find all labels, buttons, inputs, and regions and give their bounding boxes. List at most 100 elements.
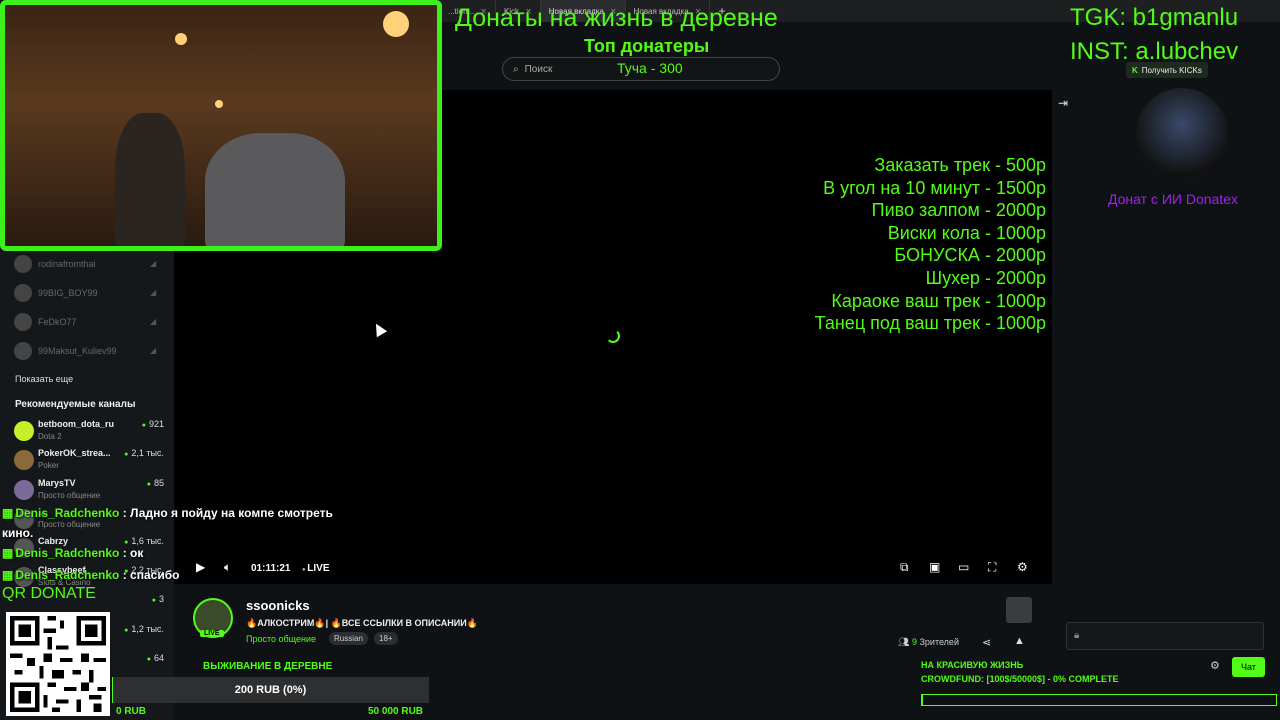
settings-gear-icon[interactable]: ⚙: [1017, 560, 1028, 574]
search-placeholder: Поиск: [524, 63, 553, 75]
show-more-link[interactable]: Показать еще: [15, 374, 73, 384]
top-donor: Туча - 300: [617, 60, 683, 76]
viewers-label: Зрителей: [919, 637, 959, 647]
channel-name: MarysTV: [38, 478, 76, 488]
viewers-count: 9: [911, 637, 917, 647]
stream-category[interactable]: Просто общение: [246, 634, 316, 644]
loading-spinner-icon: [606, 329, 620, 343]
channel-name: Cabrzy: [38, 536, 69, 546]
instagram-link: INST: a.lubchev: [1070, 38, 1239, 65]
sidebar-followed-item[interactable]: FeDkO77 ◢: [14, 313, 156, 331]
live-badge: LIVE: [200, 630, 224, 637]
sidebar-followed-item[interactable]: 99Maksut_Kuliev99 ◢: [14, 342, 156, 360]
offline-icon: ◢: [150, 288, 157, 297]
telegram-link: TGK: b1gmanlu: [1070, 4, 1239, 31]
chat-send-button[interactable]: Чат: [1232, 657, 1265, 677]
chat-badge-icon: ▦: [2, 568, 14, 582]
avatar: [14, 421, 34, 441]
pip-icon[interactable]: ⧉: [900, 560, 909, 575]
fullscreen-icon[interactable]: ⛶: [988, 560, 996, 575]
lamp-light: [175, 33, 187, 45]
person-silhouette: [205, 133, 345, 246]
channel-name: betboom_dota_ru: [38, 419, 115, 429]
channel-name: PokerOK_strea...: [38, 448, 111, 458]
chat-user: Denis_Radchenko: [15, 568, 120, 582]
lamp-light: [215, 100, 223, 108]
top-donors-title: Топ донатеры: [584, 36, 710, 56]
play-icon[interactable]: ▶: [196, 560, 205, 574]
stream-title: 🔥АЛКОСТРИМ🔥| 🔥ВСЕ ССЫЛКИ В ОПИСАНИИ🔥: [246, 618, 478, 628]
player-controls: ▶ 🔈︎ 01:11:21 LIVE ⧉ ▣ ▭ ⛶ ⚙: [174, 556, 1052, 582]
price-item: Танец под ваш трек - 1000р: [814, 313, 1046, 334]
chat-user: Denis_Radchenko: [15, 506, 120, 520]
tag-badge[interactable]: Russian: [329, 632, 368, 645]
offline-icon: ◢: [150, 259, 157, 268]
tag-badge[interactable]: 18+: [374, 632, 398, 645]
channel-category: Просто общение: [38, 520, 101, 529]
chat-text: : ок: [119, 546, 144, 560]
channel-name[interactable]: ssoonicks: [246, 598, 310, 613]
donatex-avatar: [1136, 88, 1228, 180]
channel-category: Просто общение: [38, 491, 101, 500]
recommended-title: Рекомендуемые каналы: [15, 399, 136, 410]
volume-icon[interactable]: 🔈︎: [224, 560, 231, 575]
kick-icon: K: [1132, 65, 1138, 75]
lamp-light: [383, 11, 409, 37]
price-item: Виски кола - 1000р: [887, 222, 1046, 243]
overlay-chat-message: ▦ Denis_Radchenko : ок: [2, 546, 143, 560]
chat-input[interactable]: 🔒︎: [1066, 622, 1264, 650]
crowdfund-status: CROWDFUND: [100$/50000$] - 0% COMPLETE: [921, 674, 1119, 684]
qr-donate-label: QR DONATE: [2, 585, 96, 602]
chat-settings-gear-icon[interactable]: ⚙: [1210, 659, 1220, 672]
viewer-count: 2,1 тыс.: [124, 448, 164, 458]
avatar: [14, 342, 32, 360]
overlay-chat-message: ▦ Denis_Radchenko : спасибо: [2, 568, 179, 582]
crowdfund-title: НА КРАСИВУЮ ЖИЗНЬ: [921, 660, 1024, 670]
get-kicks-label: Получить KICKs: [1141, 65, 1202, 75]
goal-label: ВЫЖИВАНИЕ В ДЕРЕВНЕ: [203, 661, 333, 672]
sidebar-followed-item[interactable]: 99BIG_BOY99 ◢: [14, 284, 156, 302]
crowdfund-progress-fill: [922, 695, 923, 705]
qr-code-image: [6, 612, 110, 716]
goal-progress-bar: 200 RUB (0%): [112, 677, 429, 703]
channel-name: 99BIG_BOY99: [38, 288, 98, 298]
overlay-chat-message: кино.: [2, 526, 33, 540]
chat-text: : Ладно я пойду на компе смотреть: [119, 506, 333, 520]
channel-category: Poker: [38, 461, 59, 470]
webcam-overlay: [0, 0, 442, 251]
overlay-title: Донаты на жизнь в деревне: [455, 4, 778, 32]
viewer-counter: 👥︎ 9 Зрителей: [898, 637, 959, 648]
recommended-item[interactable]: PokerOK_strea... Poker 2,1 тыс.: [14, 448, 164, 474]
collapse-chat-icon[interactable]: ⇥: [1058, 96, 1068, 110]
viewer-count: 1,2 тыс.: [124, 624, 164, 634]
sidebar-followed-item[interactable]: rodinafromthai ◢: [14, 255, 156, 273]
avatar: [14, 284, 32, 302]
channel-name: FeDkO77: [38, 317, 77, 327]
avatar: [14, 313, 32, 331]
avatar: [14, 450, 34, 470]
follow-button[interactable]: [1006, 597, 1032, 623]
goal-progress-fill: [112, 677, 114, 703]
price-item: Заказать трек - 500р: [874, 155, 1046, 175]
price-item: Караоке ваш трек - 1000р: [831, 290, 1046, 311]
viewer-count: 921: [142, 419, 164, 429]
clip-icon[interactable]: ▣: [929, 560, 940, 574]
recommended-item[interactable]: betboom_dota_ru Dota 2 921: [14, 419, 164, 445]
overlay-chat-message: ▦ Denis_Radchenko : Ладно я пойду на комп…: [2, 506, 333, 520]
viewer-count: 3: [152, 594, 164, 604]
channel-category: Dota 2: [38, 432, 62, 441]
price-item: Пиво залпом - 2000р: [871, 200, 1046, 221]
crowdfund-progress-bar: [921, 694, 1277, 706]
report-icon[interactable]: ▲: [1014, 635, 1025, 647]
person-silhouette: [115, 113, 185, 246]
stream-time: 01:11:21: [251, 563, 291, 574]
live-indicator[interactable]: LIVE: [302, 563, 329, 574]
offline-icon: ◢: [150, 346, 157, 355]
theater-mode-icon[interactable]: ▭: [958, 560, 969, 574]
donatex-label: Донат с ИИ Donatex: [1108, 191, 1238, 207]
avatar: [14, 255, 32, 273]
goal-progress-text: 200 RUB (0%): [234, 684, 307, 696]
recommended-item[interactable]: MarysTV Просто общение 85: [14, 478, 164, 504]
share-icon[interactable]: ⋖: [982, 636, 991, 649]
chat-text: кино.: [2, 526, 34, 540]
